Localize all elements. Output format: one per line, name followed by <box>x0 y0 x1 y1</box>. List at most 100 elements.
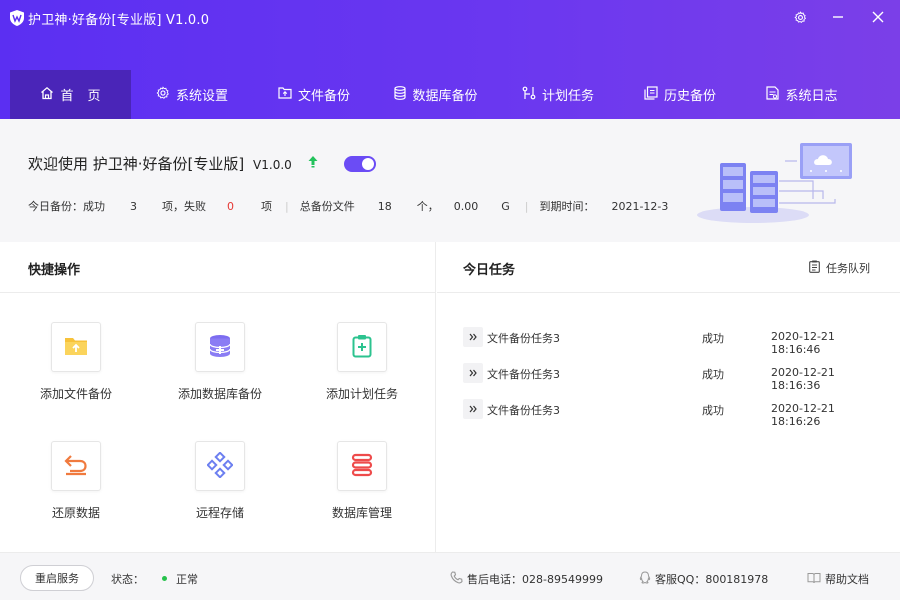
minimize-button[interactable] <box>826 6 850 28</box>
task-row: 文件备份任务3 成功 2020-12-21 18:16:26 <box>463 399 883 428</box>
quick-label: 还原数据 <box>51 506 100 520</box>
settings-button[interactable] <box>788 6 812 28</box>
database-manage-button[interactable]: 数据库管理 <box>307 441 417 521</box>
stats-divider: | <box>285 200 289 213</box>
task-name: 文件备份任务3 <box>487 332 560 345</box>
status-footer: 重启服务 状态： 正常 售后电话：028-89549999 客服QQ：80018… <box>0 552 900 600</box>
task-status: 成功 <box>702 332 724 345</box>
tab-label: 历史备份 <box>663 89 716 104</box>
tab-file-backup[interactable]: 文件备份 <box>253 70 375 119</box>
database-add-icon <box>208 334 232 361</box>
help-docs-link[interactable]: 帮助文档 <box>807 571 869 587</box>
quick-ops-title: 快捷操作 <box>28 263 81 278</box>
total-files-label: 总备份文件 <box>299 200 355 213</box>
home-icon <box>40 86 60 104</box>
service-toggle[interactable] <box>344 156 376 172</box>
schedule-icon <box>522 86 542 104</box>
success-count: 3 <box>130 200 137 213</box>
support-phone: 售后电话：028-89549999 <box>450 571 603 587</box>
task-status: 成功 <box>702 404 724 417</box>
support-qq-text: 客服QQ：800181978 <box>655 573 769 586</box>
server-cloud-illustration <box>695 141 860 229</box>
expand-arrow-icon[interactable] <box>463 327 483 347</box>
remote-storage-icon <box>206 450 234 481</box>
expand-arrow-icon[interactable] <box>463 363 483 383</box>
task-queue-link[interactable]: 任务队列 <box>809 260 870 276</box>
task-row: 文件备份任务3 成功 2020-12-21 18:16:36 <box>463 363 883 392</box>
today-tasks-header: 今日任务 任务队列 <box>437 242 900 293</box>
book-icon <box>807 572 825 587</box>
tab-database-backup[interactable]: 数据库备份 <box>375 70 497 119</box>
close-button[interactable] <box>866 6 890 28</box>
clipboard-list-icon <box>809 260 826 276</box>
size-value: 0.00 <box>453 200 479 213</box>
welcome-text: 欢迎使用 护卫神·好备份[专业版] <box>28 155 245 173</box>
shield-logo-icon <box>10 10 24 26</box>
quick-label: 添加计划任务 <box>325 387 398 401</box>
tab-scheduled-tasks[interactable]: 计划任务 <box>497 70 619 119</box>
restore-data-button[interactable]: 还原数据 <box>21 441 131 521</box>
task-name: 文件备份任务3 <box>487 368 560 381</box>
support-phone-text: 售后电话：028-89549999 <box>467 573 603 586</box>
log-icon <box>766 85 785 104</box>
support-qq[interactable]: 客服QQ：800181978 <box>639 571 768 587</box>
task-time: 2020-12-21 18:16:36 <box>771 366 835 392</box>
add-scheduled-task-tile <box>337 322 387 372</box>
tab-history-backup[interactable]: 历史备份 <box>619 70 741 119</box>
upgrade-arrow-icon[interactable] <box>308 156 318 171</box>
tab-label: 系统设置 <box>175 89 228 104</box>
task-queue-label: 任务队列 <box>826 262 870 275</box>
tab-home[interactable]: 首页 <box>10 70 131 119</box>
add-database-backup-tile <box>195 322 245 372</box>
add-database-backup-button[interactable]: 添加数据库备份 <box>165 322 275 402</box>
minimize-icon <box>832 11 844 23</box>
main-nav: 首页 系统设置 文件备份 数据库备份 计划任务 历史备份 系统日志 <box>10 70 863 119</box>
qq-icon <box>639 571 655 587</box>
add-scheduled-task-button[interactable]: 添加计划任务 <box>307 322 417 402</box>
status-label: 状态： <box>111 573 144 586</box>
welcome-panel: 欢迎使用 护卫神·好备份[专业版] V1.0.0 今日备份：成功 3 项，失败 … <box>0 119 900 242</box>
fail-label: 项，失败 <box>162 200 206 213</box>
close-icon <box>872 11 884 23</box>
status-value: 正常 <box>176 573 198 586</box>
item-unit: 项 <box>261 200 272 213</box>
phone-icon <box>450 571 467 587</box>
today-backup-label: 今日备份：成功 <box>28 200 105 213</box>
app-header: 护卫神·好备份[专业版] V1.0.0 首页 系统设置 文件备份 数据库备份 计… <box>0 0 900 119</box>
tab-system-settings[interactable]: 系统设置 <box>131 70 253 119</box>
tab-label: 系统日志 <box>785 89 838 104</box>
add-file-backup-tile <box>51 322 101 372</box>
history-icon <box>644 85 664 104</box>
task-time: 2020-12-21 18:16:26 <box>771 402 835 428</box>
tab-label: 数据库备份 <box>412 89 478 104</box>
status-dot <box>162 576 167 581</box>
welcome-title: 欢迎使用 护卫神·好备份[专业版] V1.0.0 <box>28 153 292 174</box>
quick-ops-panel: 快捷操作 添加文件备份 添加数据库备份 添加计划任务 还原数据 远程存储 数据库… <box>0 242 436 552</box>
restart-service-button[interactable]: 重启服务 <box>20 565 94 591</box>
restore-icon <box>64 454 88 479</box>
folder-add-icon <box>64 335 88 360</box>
add-file-backup-button[interactable]: 添加文件备份 <box>21 322 131 402</box>
quick-ops-header: 快捷操作 <box>0 242 435 293</box>
backup-stats: 今日备份：成功 3 项，失败 0 项 | 总备份文件 18 个， 0.00 G … <box>28 198 668 214</box>
app-title: 护卫神·好备份[专业版] V1.0.0 <box>28 13 210 28</box>
tab-system-log[interactable]: 系统日志 <box>741 70 863 119</box>
toggle-knob <box>362 158 374 170</box>
expand-arrow-icon[interactable] <box>463 399 483 419</box>
database-icon <box>394 85 412 104</box>
gear-icon <box>793 10 807 24</box>
tab-label: 文件备份 <box>297 89 350 104</box>
help-docs-text: 帮助文档 <box>825 573 869 586</box>
expire-label: 到期时间： <box>539 200 595 213</box>
task-status: 成功 <box>702 368 724 381</box>
stats-divider: | <box>524 200 529 213</box>
remote-storage-button[interactable]: 远程存储 <box>165 441 275 521</box>
tab-label: 计划任务 <box>541 89 594 104</box>
size-unit: G <box>501 200 510 213</box>
restore-data-tile <box>51 441 101 491</box>
gear-icon <box>156 85 176 104</box>
file-unit: 个， <box>416 200 439 213</box>
title-bar[interactable]: 护卫神·好备份[专业版] V1.0.0 <box>0 0 900 36</box>
today-tasks-title: 今日任务 <box>463 263 516 278</box>
today-tasks-panel: 今日任务 任务队列 文件备份任务3 成功 2020-12-21 18:16:46… <box>437 242 900 552</box>
